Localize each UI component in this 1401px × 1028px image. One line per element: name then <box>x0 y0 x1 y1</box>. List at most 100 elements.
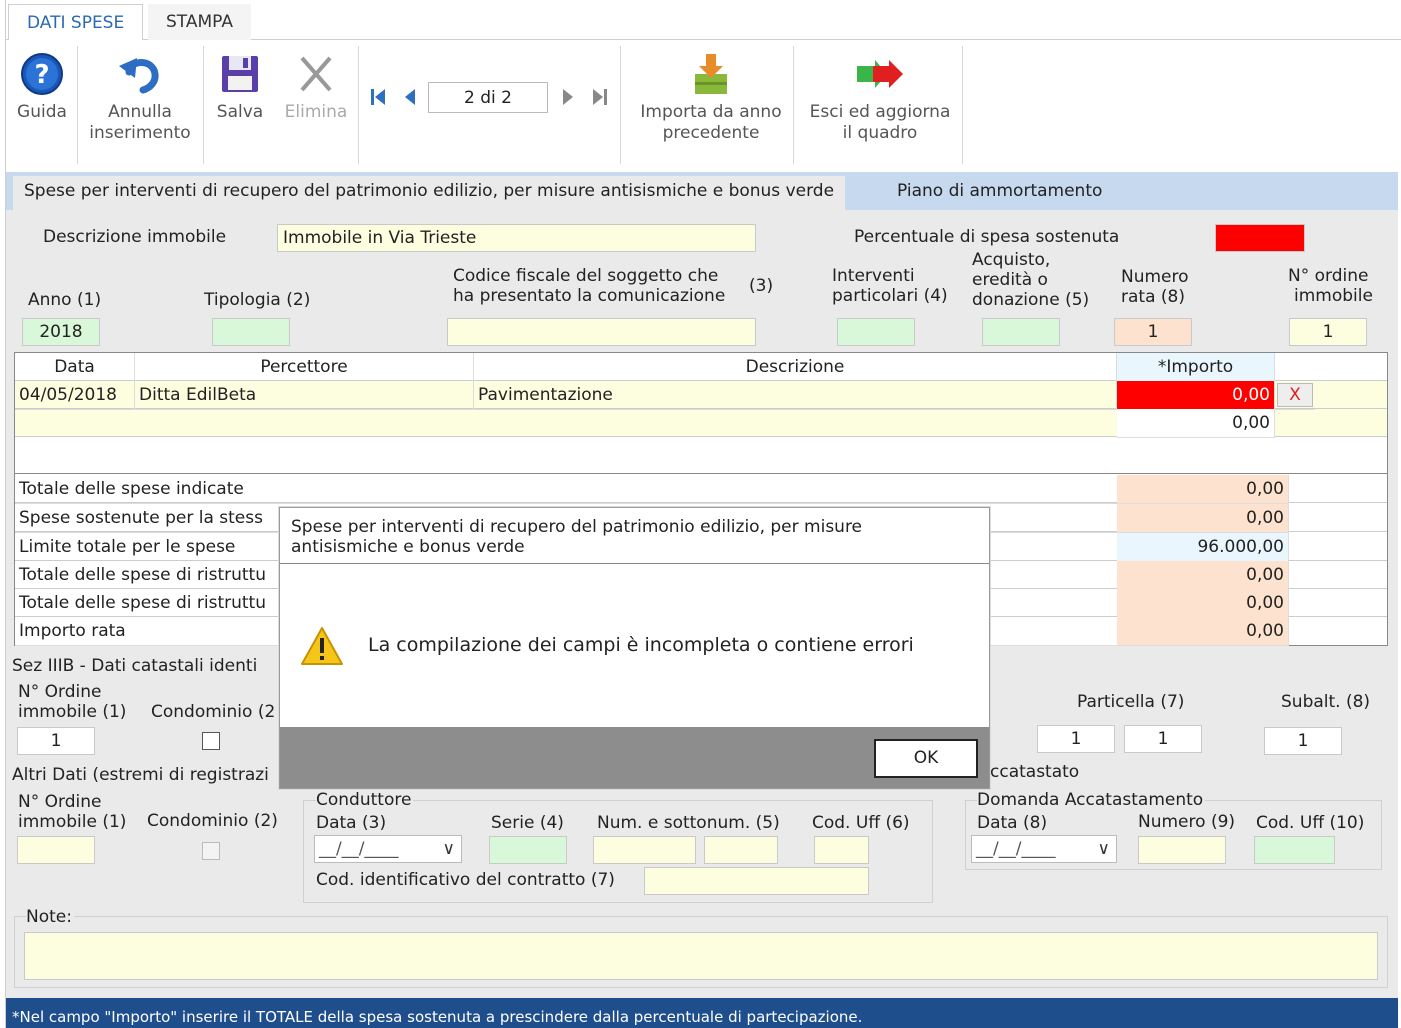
importa-anno-precedente-button[interactable]: Importa da anno precedente <box>628 52 794 144</box>
cod-uff-input[interactable] <box>814 836 869 864</box>
serie-label: Serie (4) <box>491 813 564 833</box>
chevron-down-icon[interactable]: ∨ <box>443 836 455 862</box>
totals-value: 0,00 <box>1117 504 1289 533</box>
conduttore-label: Conduttore <box>316 790 414 810</box>
cod-identificativo-input[interactable] <box>644 867 869 895</box>
cell-importo[interactable]: 0,00 <box>1117 381 1275 410</box>
anno-input[interactable]: 2018 <box>22 318 100 346</box>
previous-record-icon[interactable] <box>404 88 416 106</box>
annulla-label-2: inserimento <box>89 123 191 143</box>
toolbar: ? Guida Annulla inserimento Salva Elimin… <box>6 40 1398 172</box>
save-icon <box>222 56 258 92</box>
anno-label: Anno (1) <box>28 290 101 310</box>
domanda-numero-label: Numero (9) <box>1138 812 1235 832</box>
cell-percettore[interactable]: Ditta EdilBeta <box>135 381 474 410</box>
note-label: Note: <box>26 907 74 927</box>
table-row[interactable]: 04/05/2018 Ditta EdilBeta Pavimentazione… <box>15 381 1387 410</box>
serie-input[interactable] <box>489 836 567 864</box>
cod-identificativo-label-text: Cod. identificativo del contratto <box>316 870 586 890</box>
catasto-ordine-label-text: immobile <box>18 702 97 722</box>
subalterno-input[interactable]: 1 <box>1264 727 1342 755</box>
chevron-down-icon[interactable]: ∨ <box>1098 836 1110 862</box>
percentuale-spesa-input[interactable] <box>1215 224 1305 252</box>
table-header-row: Data Percettore Descrizione *Importo <box>15 353 1387 382</box>
record-pager[interactable]: 2 di 2 <box>428 82 548 113</box>
interventi-label-2: particolari (4) <box>832 286 948 306</box>
cell-data[interactable] <box>15 409 135 410</box>
conduttore-data-placeholder: __/__/____ <box>319 839 399 859</box>
particella-note: (7) <box>1160 692 1185 712</box>
domanda-cod-uff-input[interactable] <box>1254 836 1335 864</box>
domanda-data-label-text: Data <box>977 813 1018 833</box>
delete-row-button[interactable]: X <box>1277 383 1313 407</box>
cell-importo[interactable]: 0,00 <box>1117 409 1275 438</box>
altri-condominio-label-text: Condominio <box>147 811 249 831</box>
altri-ordine-input[interactable] <box>17 836 95 864</box>
codice-fiscale-label-2: ha presentato la comunicazione <box>453 286 726 306</box>
domanda-numero-input[interactable] <box>1138 836 1226 864</box>
toolbar-separator <box>77 46 78 164</box>
cell-descrizione[interactable]: Pavimentazione <box>474 381 1117 410</box>
next-record-icon[interactable] <box>562 88 574 106</box>
num-sottonum-note: (5) <box>755 813 780 833</box>
catasto-ordine-label-2: immobile (1) <box>18 702 126 722</box>
annulla-inserimento-button[interactable]: Annulla inserimento <box>84 52 196 144</box>
domanda-numero-label-text: Numero <box>1138 812 1206 832</box>
numero-rata-input[interactable]: 1 <box>1114 318 1192 346</box>
table-row[interactable]: 0,00 <box>15 409 1387 438</box>
interventi-note: (4) <box>923 286 948 306</box>
catasto-extra-input[interactable]: 1 <box>1037 725 1115 753</box>
catasto-condominio-checkbox[interactable] <box>202 732 220 750</box>
app-window: DATI SPESE STAMPA ? Guida Annulla inseri… <box>0 0 1401 1028</box>
tipologia-input[interactable] <box>212 318 290 346</box>
totals-value: 0,00 <box>1117 475 1289 504</box>
subalterno-note: (8) <box>1345 692 1371 712</box>
num-input[interactable] <box>593 836 696 864</box>
altri-condominio-checkbox[interactable] <box>202 842 220 860</box>
domanda-data-label: Data (8) <box>977 813 1047 833</box>
first-record-icon[interactable] <box>370 88 386 106</box>
conduttore-data-label: Data (3) <box>316 813 386 833</box>
sottonum-input[interactable] <box>704 836 778 864</box>
totals-label: Totale delle spese indicate <box>15 475 1117 504</box>
conduttore-data-label-text: Data <box>316 813 357 833</box>
tab-piano-ammortamento[interactable]: Piano di ammortamento <box>886 176 1113 210</box>
acquisto-label-3: donazione (5) <box>972 290 1089 310</box>
menu-bar: DATI SPESE STAMPA <box>6 0 1401 41</box>
note-textarea[interactable] <box>24 932 1378 980</box>
tab-dati-spese[interactable]: DATI SPESE <box>8 4 144 41</box>
cell-data[interactable]: 04/05/2018 <box>15 381 135 410</box>
esci-label-1: Esci ed aggiorna <box>809 102 951 122</box>
descrizione-immobile-input[interactable]: Immobile in Via Trieste <box>277 224 756 252</box>
importa-label-1: Importa da anno <box>640 102 782 122</box>
num-sottonum-label-text: Num. e sottonum. <box>597 813 751 833</box>
tab-spese-interventi[interactable]: Spese per interventi di recupero del pat… <box>13 176 846 210</box>
elimina-button[interactable]: Elimina <box>280 52 352 123</box>
esci-aggiorna-quadro-button[interactable]: Esci ed aggiorna il quadro <box>799 52 961 144</box>
ok-button[interactable]: OK <box>874 739 978 778</box>
domanda-data-picker[interactable]: __/__/____ ∨ <box>971 835 1117 863</box>
acquisto-eredita-input[interactable] <box>982 318 1060 346</box>
last-record-icon[interactable] <box>592 88 608 106</box>
tab-stampa[interactable]: STAMPA <box>148 4 251 41</box>
salva-button[interactable]: Salva <box>209 52 271 123</box>
numero-rata-label-2: rata (8) <box>1121 287 1185 307</box>
particella-input[interactable]: 1 <box>1124 725 1202 753</box>
cell-descrizione[interactable] <box>474 409 1117 410</box>
acquisto-label-1: Acquisto, <box>972 250 1051 270</box>
elimina-label: Elimina <box>284 102 348 122</box>
altri-ordine-label-text: immobile <box>18 812 97 832</box>
ordine-immobile-input[interactable]: 1 <box>1289 318 1367 346</box>
interventi-particolari-input[interactable] <box>837 318 915 346</box>
catasto-ordine-input[interactable]: 1 <box>17 727 95 755</box>
svg-text:?: ? <box>34 60 49 90</box>
numero-rata-label-text: rata <box>1121 287 1156 307</box>
cod-identificativo-label: Cod. identificativo del contratto (7) <box>316 870 615 890</box>
conduttore-data-picker[interactable]: __/__/____ ∨ <box>314 835 462 863</box>
conduttore-data-note: (3) <box>362 813 387 833</box>
subalterno-label: Subalt. (8) <box>1281 692 1370 712</box>
serie-note: (4) <box>539 813 564 833</box>
guida-button[interactable]: ? Guida <box>14 52 70 123</box>
codice-fiscale-input[interactable] <box>447 318 756 346</box>
cell-percettore[interactable] <box>135 409 474 410</box>
